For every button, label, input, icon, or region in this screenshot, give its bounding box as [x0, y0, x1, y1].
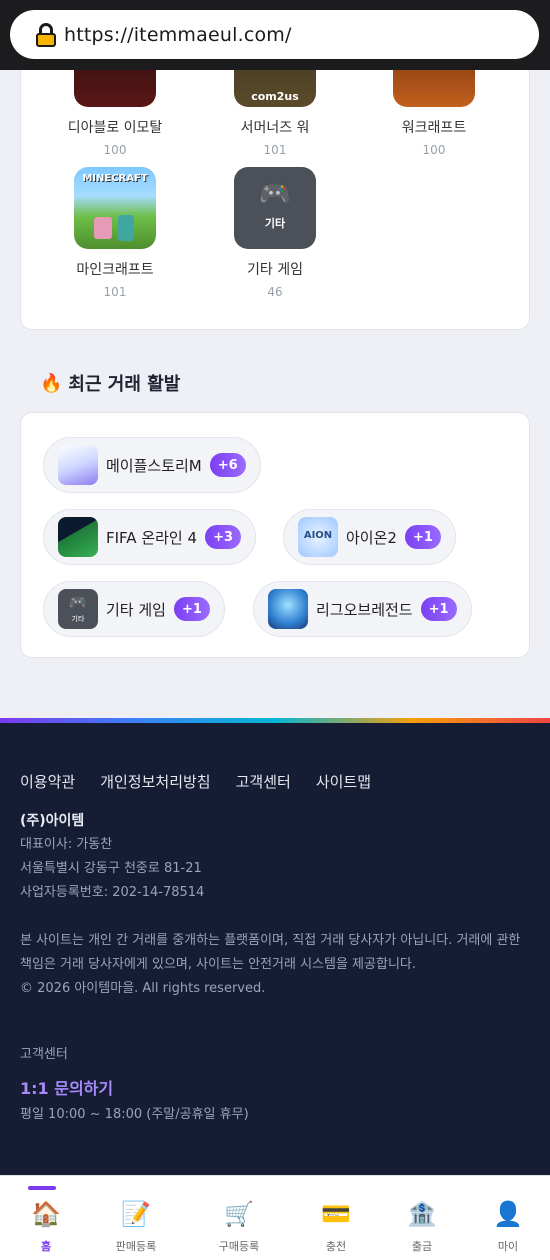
fire-icon: 🔥 [40, 372, 63, 394]
nav-withdraw[interactable]: 🏦 출금 [376, 1176, 468, 1260]
nav-sell-register[interactable]: 📝 판매등록 [90, 1176, 182, 1260]
inquiry-link[interactable]: 1:1 문의하기 [20, 1075, 113, 1099]
hot-item-name: 메이플스토리M [106, 456, 202, 475]
minecraft-logo: MINECRAFT [82, 173, 148, 184]
credit-card-icon: 💳 [321, 1200, 351, 1228]
game-count: 101 [263, 143, 287, 157]
hot-item-badge: +1 [173, 597, 210, 621]
user-icon: 👤 [493, 1200, 523, 1228]
company-info: (주)아이템 대표이사: 가동찬 서울특별시 강동구 천중로 81-21 사업자… [20, 809, 204, 905]
aion2-icon: AION [298, 517, 338, 557]
footer-link-terms[interactable]: 이용약관 [20, 771, 75, 792]
com2us-logo: com2us [251, 90, 299, 103]
hot-item-badge: +6 [209, 453, 246, 477]
other-games-tile: 🎮 기타 [234, 167, 316, 249]
customer-center-label: 고객센터 [20, 1047, 68, 1062]
bottom-nav: 🏠 홈 📝 판매등록 🛒 구매등록 💳 충전 🏦 출금 👤 마이 [0, 1175, 550, 1260]
company-name: (주)아이템 [20, 813, 85, 829]
league-of-legends-icon [268, 589, 308, 629]
disclaimer-text: 본 사이트는 개인 간 거래를 중개하는 플랫폼이며, 직접 거래 당사자가 아… [20, 933, 521, 972]
hot-item-name: 리그오브레전드 [316, 600, 413, 619]
nav-buy-register[interactable]: 🛒 구매등록 [193, 1176, 285, 1260]
nav-label: 홈 [40, 1240, 52, 1253]
url-text[interactable]: https://itemmaeul.com/ [64, 24, 292, 46]
hot-item-name: 아이온2 [346, 528, 397, 547]
memo-icon: 📝 [121, 1200, 151, 1228]
bank-icon: 🏦 [407, 1200, 437, 1228]
other-games-tile: 🎮 기타 [58, 589, 98, 629]
game-name: 기타 게임 [247, 262, 303, 278]
home-icon: 🏠 [31, 1200, 61, 1228]
section-title-hot-trades: 🔥 최근 거래 활발 [40, 370, 180, 396]
company-address: 서울특별시 강동구 천중로 81-21 [20, 861, 202, 876]
cart-icon: 🛒 [224, 1200, 254, 1228]
nav-charge[interactable]: 💳 충전 [290, 1176, 382, 1260]
hot-item-maplestory-m[interactable]: 메이플스토리M +6 [43, 437, 261, 493]
gamepad-icon: 🎮 [68, 593, 88, 611]
nav-label: 판매등록 [115, 1240, 157, 1253]
hot-item-badge: +3 [205, 525, 242, 549]
game-name: 마인크래프트 [76, 262, 154, 278]
hot-item-league-of-legends[interactable]: 리그오브레전드 +1 [253, 581, 472, 637]
footer-link-sitemap[interactable]: 사이트맵 [316, 771, 371, 792]
game-name: 디아블로 이모탈 [67, 120, 163, 136]
nav-label: 충전 [325, 1240, 347, 1253]
browser-toolbar: https://itemmaeul.com/ [0, 0, 550, 70]
minecraft-icon: MINECRAFT [74, 167, 156, 249]
copyright-text: © 2026 아이템마을. All rights reserved. [20, 981, 266, 996]
footer-link-privacy[interactable]: 개인정보처리방침 [100, 771, 210, 792]
footer-notice: 본 사이트는 개인 간 거래를 중개하는 플랫폼이며, 직접 거래 당사자가 아… [20, 929, 530, 1001]
hot-item-name: 기타 게임 [106, 600, 166, 619]
game-name: 서머너즈 워 [240, 120, 310, 136]
game-count: 100 [422, 143, 446, 157]
game-name: 워크래프트 [401, 120, 467, 136]
customer-center-hours: 평일 10:00 ~ 18:00 (주말/공휴일 휴무) [20, 1107, 249, 1122]
footer-link-support[interactable]: 고객센터 [236, 771, 291, 792]
nav-label: 출금 [411, 1240, 433, 1253]
maplestory-m-icon [58, 445, 98, 485]
company-ceo: 대표이사: 가동찬 [20, 837, 113, 852]
other-tile-label: 기타 [71, 615, 85, 623]
other-tile-label: 기타 [264, 217, 286, 230]
game-count: 100 [103, 143, 127, 157]
gamepad-icon: 🎮 [258, 179, 292, 209]
game-count: 101 [103, 285, 127, 299]
section-title-text: 최근 거래 활발 [68, 374, 181, 395]
nav-label: 마이 [497, 1240, 519, 1253]
hot-item-fifa-online-4[interactable]: FIFA 온라인 4 +3 [43, 509, 257, 565]
hot-item-badge: +1 [420, 597, 457, 621]
nav-home[interactable]: 🏠 홈 [0, 1176, 92, 1260]
business-number: 사업자등록번호: 202-14-78514 [20, 885, 205, 900]
fifa-online-4-icon [58, 517, 98, 557]
lock-icon [36, 22, 56, 47]
hot-item-name: FIFA 온라인 4 [106, 528, 198, 547]
aion-logo: AION [303, 530, 333, 541]
address-bar[interactable]: https://itemmaeul.com/ [10, 10, 539, 59]
active-indicator [28, 1186, 56, 1190]
hot-trades-card: 메이플스토리M +6 FIFA 온라인 4 +3 AION 아이온2 +1 🎮 … [20, 412, 530, 658]
game-tile-minecraft[interactable]: MINECRAFT 마인크래프트 101 [55, 167, 175, 299]
hot-item-aion2[interactable]: AION 아이온2 +1 [283, 509, 456, 565]
game-tile-other-games[interactable]: 🎮 기타 기타 게임 46 [215, 167, 335, 299]
game-count: 46 [267, 285, 283, 299]
site-footer: 이용약관 개인정보처리방침 고객센터 사이트맵 (주)아이템 대표이사: 가동찬… [0, 723, 550, 1175]
hot-item-badge: +1 [404, 525, 441, 549]
footer-links: 이용약관 개인정보처리방침 고객센터 사이트맵 [20, 771, 396, 792]
hot-item-other-games[interactable]: 🎮 기타 기타 게임 +1 [43, 581, 225, 637]
nav-my[interactable]: 👤 마이 [462, 1176, 550, 1260]
nav-label: 구매등록 [218, 1240, 260, 1253]
game-category-card: 디아블로 이모탈 100 com2us 서머너즈 워 101 워크래프트 100… [20, 25, 530, 330]
main-content: 디아블로 이모탈 100 com2us 서머너즈 워 101 워크래프트 100… [0, 0, 550, 718]
